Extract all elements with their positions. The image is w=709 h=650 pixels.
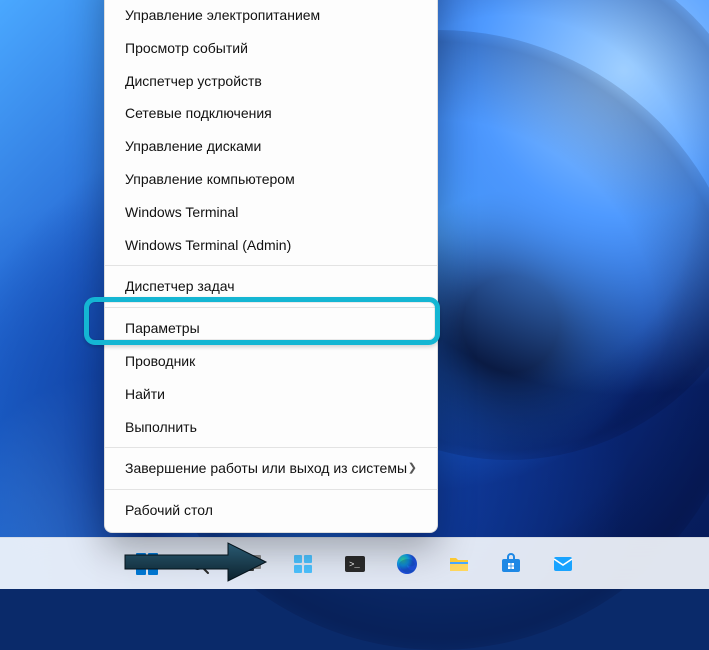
mail-icon (551, 552, 575, 576)
menu-item-task-manager[interactable]: Диспетчер задач (105, 270, 437, 303)
menu-item-desktop[interactable]: Рабочий стол (105, 494, 437, 527)
menu-separator (105, 307, 437, 308)
taskbar: >_ (0, 537, 709, 589)
menu-item-label: Диспетчер устройств (125, 73, 262, 90)
menu-separator (105, 447, 437, 448)
menu-item-file-explorer[interactable]: Проводник (105, 345, 437, 378)
terminal-icon: >_ (343, 552, 367, 576)
mail-button[interactable] (542, 543, 584, 585)
menu-item-label: Диспетчер задач (125, 278, 235, 295)
menu-item-settings[interactable]: Параметры (105, 312, 437, 345)
menu-item-power-options[interactable]: Управление электропитанием (105, 0, 437, 32)
menu-item-label: Просмотр событий (125, 40, 248, 57)
menu-item-event-viewer[interactable]: Просмотр событий (105, 32, 437, 65)
menu-item-label: Проводник (125, 353, 195, 370)
menu-item-label: Windows Terminal (Admin) (125, 237, 291, 254)
terminal-button[interactable]: >_ (334, 543, 376, 585)
widgets-icon (291, 552, 315, 576)
menu-item-run[interactable]: Выполнить (105, 411, 437, 444)
menu-item-search[interactable]: Найти (105, 378, 437, 411)
menu-item-windows-terminal[interactable]: Windows Terminal (105, 196, 437, 229)
windows-logo-icon (136, 553, 158, 575)
edge-button[interactable] (386, 543, 428, 585)
menu-item-shutdown-or-signout[interactable]: Завершение работы или выход из системы ❯ (105, 452, 437, 485)
menu-item-label: Найти (125, 386, 165, 403)
microsoft-store-button[interactable] (490, 543, 532, 585)
store-icon (499, 552, 523, 576)
menu-item-network-connections[interactable]: Сетевые подключения (105, 97, 437, 130)
menu-item-label: Сетевые подключения (125, 105, 272, 122)
menu-item-label: Рабочий стол (125, 502, 213, 519)
menu-item-disk-management[interactable]: Управление дисками (105, 130, 437, 163)
search-icon (187, 552, 211, 576)
task-view-icon (239, 552, 263, 576)
menu-item-label: Завершение работы или выход из системы (125, 460, 407, 477)
menu-item-label: Управление компьютером (125, 171, 295, 188)
folder-icon (447, 552, 471, 576)
menu-item-label: Windows Terminal (125, 204, 238, 221)
menu-separator (105, 489, 437, 490)
widgets-button[interactable] (282, 543, 324, 585)
menu-item-windows-terminal-admin[interactable]: Windows Terminal (Admin) (105, 229, 437, 262)
menu-item-device-manager[interactable]: Диспетчер устройств (105, 65, 437, 98)
search-button[interactable] (178, 543, 220, 585)
svg-text:>_: >_ (349, 560, 360, 570)
winx-context-menu: Приложения и возможности Управление элек… (104, 0, 438, 533)
edge-icon (395, 552, 419, 576)
menu-item-label: Параметры (125, 320, 200, 337)
menu-item-label: Управление дисками (125, 138, 261, 155)
start-button[interactable] (126, 543, 168, 585)
task-view-button[interactable] (230, 543, 272, 585)
menu-item-label: Выполнить (125, 419, 197, 436)
chevron-right-icon: ❯ (408, 462, 417, 475)
file-explorer-button[interactable] (438, 543, 480, 585)
menu-separator (105, 265, 437, 266)
menu-item-computer-management[interactable]: Управление компьютером (105, 163, 437, 196)
menu-item-label: Управление электропитанием (125, 7, 320, 24)
